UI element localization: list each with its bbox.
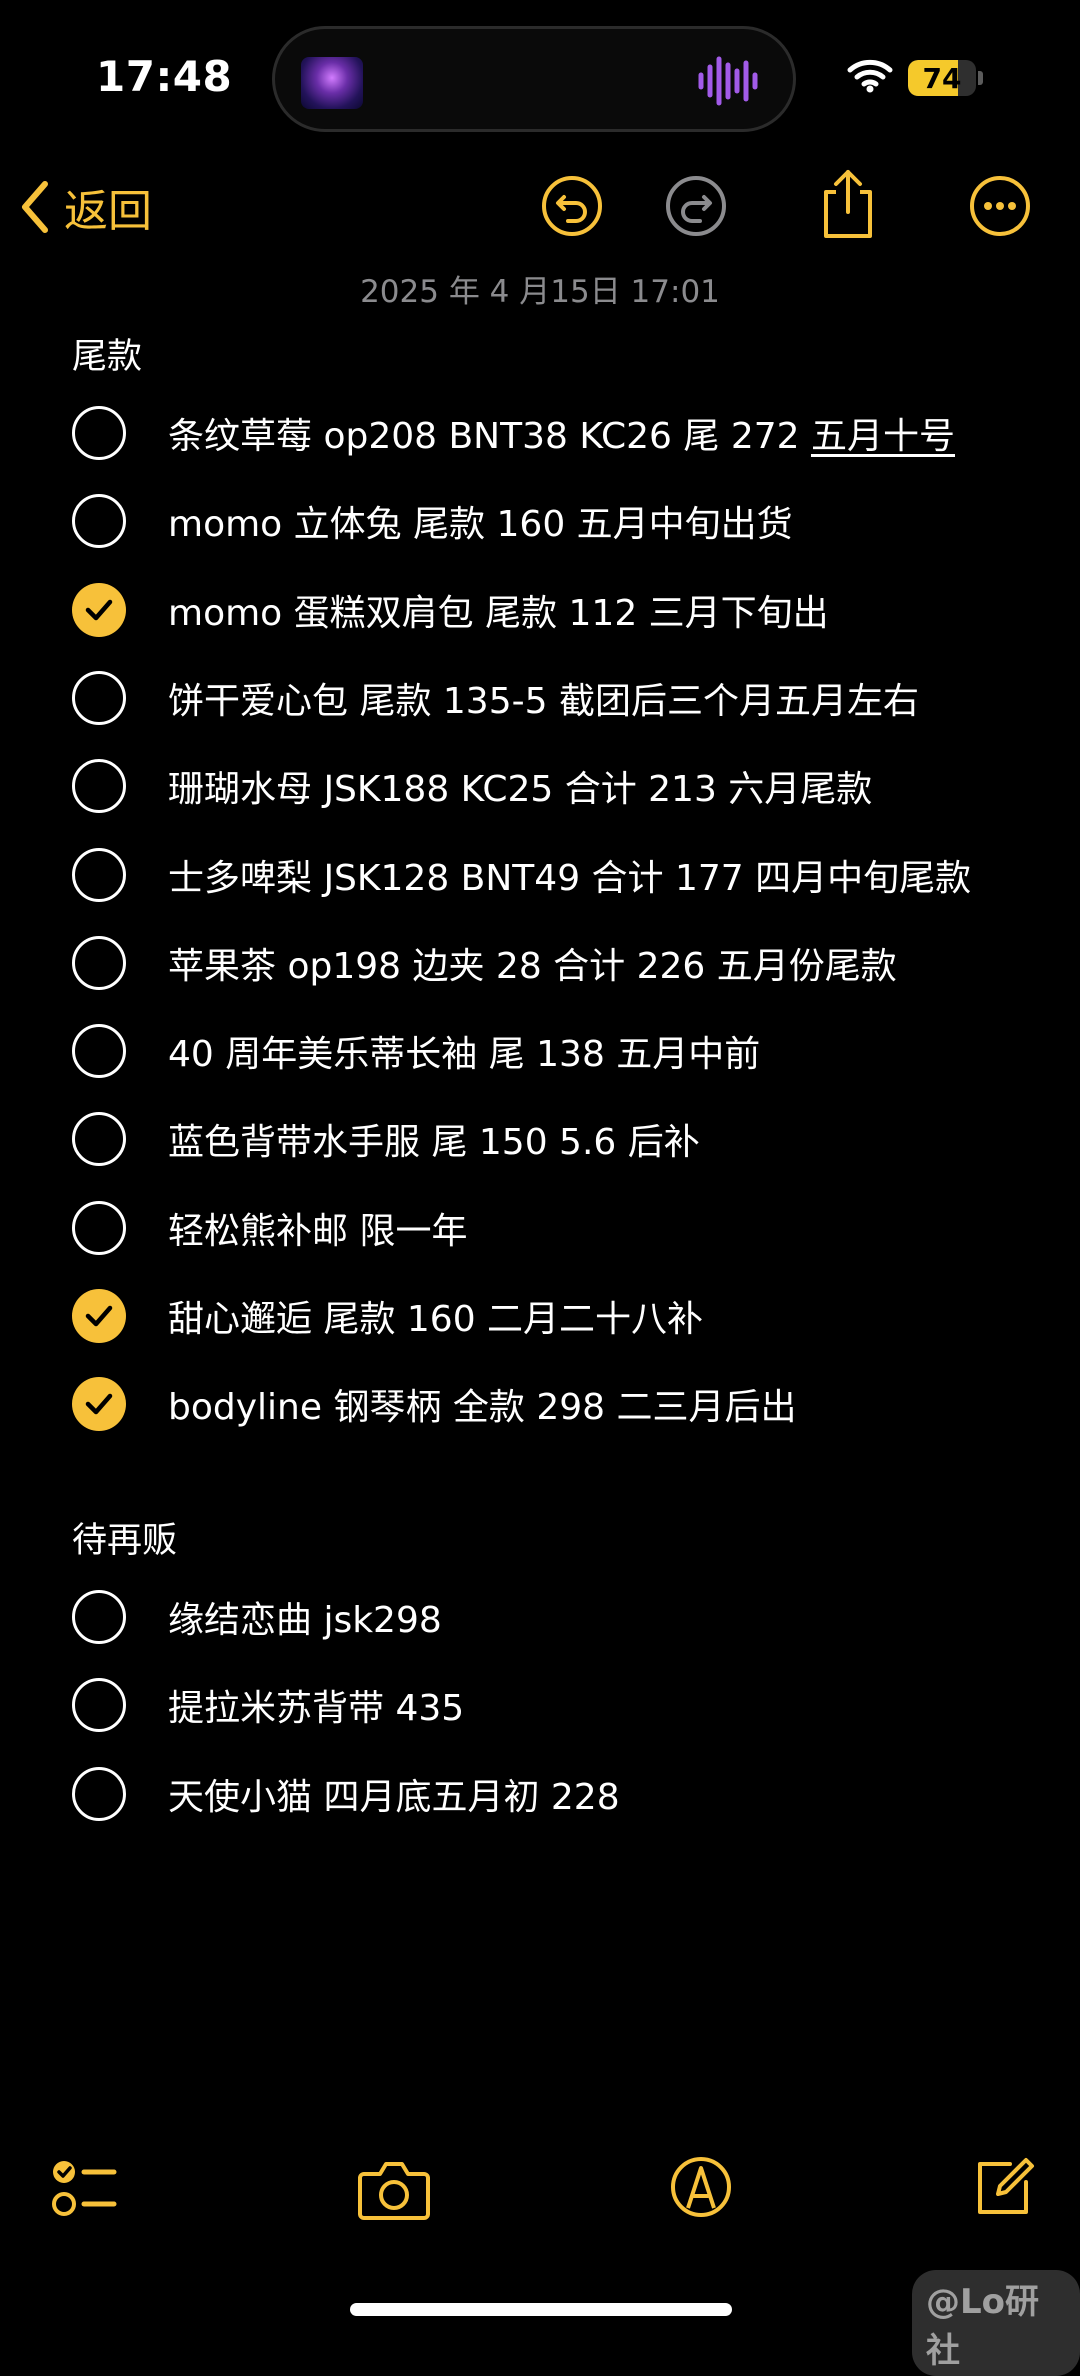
checkbox-unchecked[interactable] (72, 406, 126, 460)
checkbox-checked[interactable] (72, 1377, 126, 1431)
checkbox-unchecked[interactable] (72, 494, 126, 548)
checklist-item[interactable]: momo 蛋糕双肩包 尾款 112 三月下旬出 (72, 575, 829, 645)
item-text-main: 提拉米苏背带 435 (168, 1688, 465, 1729)
back-button[interactable]: 返回 (20, 172, 152, 242)
checklist-item-text[interactable]: 饼干爱心包 尾款 135-5 截团后三个月五月左右 (168, 672, 919, 724)
checklist-item[interactable]: 蓝色背带水手服 尾 150 5.6 后补 (72, 1104, 700, 1174)
checklist-item[interactable]: 珊瑚水母 JSK188 KC25 合计 213 六月尾款 (72, 751, 872, 821)
item-text-main: 甜心邂逅 尾款 160 二月二十八补 (168, 1299, 704, 1340)
now-playing-thumbnail (301, 57, 363, 109)
section-title: 待再贩 (72, 1521, 178, 1561)
redo-icon[interactable] (662, 172, 730, 240)
home-indicator[interactable] (350, 2303, 732, 2316)
checkbox-unchecked[interactable] (72, 759, 126, 813)
checklist-item-text[interactable]: momo 立体兔 尾款 160 五月中旬出货 (168, 495, 793, 547)
checklist-icon[interactable] (50, 2154, 120, 2224)
checklist-item[interactable]: bodyline 钢琴柄 全款 298 二三月后出 (72, 1369, 797, 1439)
checklist-item-text[interactable]: momo 蛋糕双肩包 尾款 112 三月下旬出 (168, 584, 829, 636)
checkbox-unchecked[interactable] (72, 1590, 126, 1644)
checklist-item-text[interactable]: 轻松熊补邮 限一年 (168, 1202, 467, 1254)
checklist-item[interactable]: 饼干爱心包 尾款 135-5 截团后三个月五月左右 (72, 663, 919, 733)
checkbox-checked[interactable] (72, 1289, 126, 1343)
battery-percent: 74 (922, 62, 962, 95)
checklist-item-text[interactable]: 士多啤梨 JSK128 BNT49 合计 177 四月中旬尾款 (168, 849, 971, 901)
back-label: 返回 (64, 186, 152, 237)
checkbox-unchecked[interactable] (72, 1112, 126, 1166)
status-time: 17:48 (96, 52, 233, 101)
compose-icon[interactable] (970, 2154, 1036, 2220)
checklist-item-text[interactable]: 蓝色背带水手服 尾 150 5.6 后补 (168, 1113, 700, 1165)
item-text-main: 天使小猫 四月底五月初 228 (168, 1777, 620, 1818)
section-title: 尾款 (72, 337, 143, 377)
checkbox-unchecked[interactable] (72, 671, 126, 725)
checklist-item-text[interactable]: 天使小猫 四月底五月初 228 (168, 1768, 620, 1820)
checklist-item-text[interactable]: 珊瑚水母 JSK188 KC25 合计 213 六月尾款 (168, 760, 872, 812)
battery-icon: 74 (908, 60, 976, 96)
checklist-item[interactable]: 士多啤梨 JSK128 BNT49 合计 177 四月中旬尾款 (72, 840, 971, 910)
more-icon[interactable] (966, 172, 1034, 240)
checklist-item[interactable]: 缘结恋曲 jsk298 (72, 1582, 442, 1652)
checklist-item-text[interactable]: 苹果茶 op198 边夹 28 合计 226 五月份尾款 (168, 937, 897, 989)
item-text-main: momo 蛋糕双肩包 尾款 112 三月下旬出 (168, 593, 829, 634)
watermark: @Lo研社 (912, 2270, 1080, 2376)
checklist-item[interactable]: 条纹草莓 op208 BNT38 KC26 尾 272 五月十号 (72, 398, 955, 468)
checkbox-unchecked[interactable] (72, 1767, 126, 1821)
chevron-left-icon (22, 181, 48, 233)
checkbox-unchecked[interactable] (72, 848, 126, 902)
checklist-item[interactable]: 轻松熊补邮 限一年 (72, 1193, 467, 1263)
checklist-item-text[interactable]: 缘结恋曲 jsk298 (168, 1591, 442, 1643)
item-text-main: bodyline 钢琴柄 全款 298 二三月后出 (168, 1387, 797, 1428)
item-text-main: 条纹草莓 op208 BNT38 KC26 尾 272 (168, 416, 811, 457)
checkbox-unchecked[interactable] (72, 1201, 126, 1255)
checkbox-unchecked[interactable] (72, 1678, 126, 1732)
item-text-underlined: 五月十号 (810, 416, 955, 457)
audio-waveform-icon (698, 56, 758, 106)
markup-pen-icon[interactable] (668, 2154, 734, 2220)
checklist-item-text[interactable]: 40 周年美乐蒂长袖 尾 138 五月中前 (168, 1025, 760, 1077)
checkbox-unchecked[interactable] (72, 936, 126, 990)
share-icon[interactable] (814, 166, 882, 242)
checkbox-unchecked[interactable] (72, 1024, 126, 1078)
battery-cap (978, 71, 983, 85)
checkbox-checked[interactable] (72, 583, 126, 637)
note-date: 2025 年 4 月15日 17:01 (360, 274, 720, 310)
checklist-item-text[interactable]: 甜心邂逅 尾款 160 二月二十八补 (168, 1290, 703, 1342)
camera-icon[interactable] (356, 2154, 432, 2224)
checklist-item[interactable]: momo 立体兔 尾款 160 五月中旬出货 (72, 486, 793, 556)
item-text-main: momo 立体兔 尾款 160 五月中旬出货 (168, 504, 793, 545)
checklist-item[interactable]: 40 周年美乐蒂长袖 尾 138 五月中前 (72, 1016, 760, 1086)
item-text-main: 蓝色背带水手服 尾 150 5.6 后补 (168, 1122, 700, 1163)
checklist-item-text[interactable]: 提拉米苏背带 435 (168, 1679, 464, 1731)
dynamic-island[interactable] (272, 26, 796, 132)
checklist-item-text[interactable]: 条纹草莓 op208 BNT38 KC26 尾 272 五月十号 (168, 407, 955, 459)
item-text-main: 苹果茶 op198 边夹 28 合计 226 五月份尾款 (168, 946, 897, 987)
checklist-item-text[interactable]: bodyline 钢琴柄 全款 298 二三月后出 (168, 1378, 797, 1430)
item-text-main: 轻松熊补邮 限一年 (168, 1211, 468, 1252)
item-text-main: 珊瑚水母 JSK188 KC25 合计 213 六月尾款 (168, 769, 873, 810)
undo-icon[interactable] (538, 172, 606, 240)
checklist-item[interactable]: 天使小猫 四月底五月初 228 (72, 1759, 620, 1829)
item-text-main: 饼干爱心包 尾款 135-5 截团后三个月五月左右 (168, 681, 919, 722)
item-text-main: 40 周年美乐蒂长袖 尾 138 五月中前 (168, 1034, 761, 1075)
item-text-main: 士多啤梨 JSK128 BNT49 合计 177 四月中旬尾款 (168, 858, 972, 899)
checklist-item[interactable]: 甜心邂逅 尾款 160 二月二十八补 (72, 1281, 703, 1351)
item-text-main: 缘结恋曲 jsk298 (168, 1600, 442, 1641)
checklist-item[interactable]: 提拉米苏背带 435 (72, 1670, 464, 1740)
wifi-icon (847, 59, 893, 93)
checklist-item[interactable]: 苹果茶 op198 边夹 28 合计 226 五月份尾款 (72, 928, 897, 998)
